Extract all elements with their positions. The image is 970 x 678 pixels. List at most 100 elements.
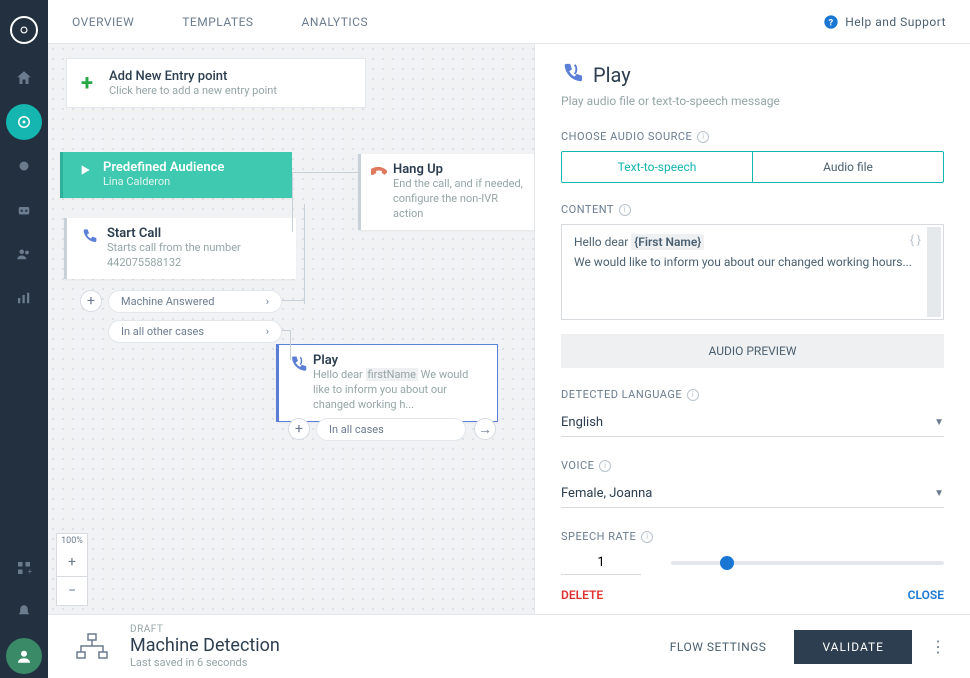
plus-icon: + — [81, 71, 93, 96]
flow-canvas[interactable]: + Add New Entry point Click here to add … — [48, 44, 534, 614]
seg-tts[interactable]: Text-to-speech — [562, 152, 752, 182]
node-start-call[interactable]: Start Call Starts call from the number 4… — [64, 218, 296, 279]
app-logo[interactable] — [10, 16, 38, 44]
zoom-out-button[interactable]: − — [57, 576, 87, 605]
info-icon[interactable]: i — [641, 531, 653, 543]
nav-bot-icon[interactable] — [6, 192, 42, 228]
voice-select[interactable]: Female, Joanna ▼ — [561, 480, 944, 508]
delete-button[interactable]: DELETE — [561, 588, 603, 602]
branch-label: In all cases — [329, 423, 384, 436]
audio-source-segment: Text-to-speech Audio file — [561, 151, 944, 183]
side-panel: Play Play audio file or text-to-speech m… — [534, 44, 970, 614]
phone-out-icon — [77, 226, 101, 244]
add-branch-button[interactable]: + — [80, 290, 102, 312]
branch-machine-answered[interactable]: Machine Answered › — [108, 290, 282, 313]
branch-all-other[interactable]: In all other cases › — [108, 320, 282, 343]
validate-button[interactable]: VALIDATE — [794, 630, 912, 664]
nav-notifications-icon[interactable] — [6, 594, 42, 630]
phone-down-icon — [371, 162, 387, 180]
goto-button[interactable]: → — [474, 418, 496, 440]
add-branch-button-2[interactable]: + — [288, 418, 310, 440]
nav-flows-icon[interactable] — [6, 104, 42, 140]
section-speech-rate: SPEECH RATEi — [561, 530, 944, 543]
node-hang-up[interactable]: Hang Up End the call, and if needed, con… — [358, 154, 534, 230]
close-button[interactable]: CLOSE — [908, 588, 944, 602]
branch-play-all[interactable]: In all cases — [316, 418, 466, 441]
section-audio-source: CHOOSE AUDIO SOURCEi — [561, 130, 944, 143]
flow-settings-button[interactable]: FLOW SETTINGS — [670, 640, 767, 654]
speech-rate-slider[interactable] — [671, 561, 944, 565]
app-rail: + — [0, 0, 48, 678]
voice-value: Female, Joanna — [561, 486, 652, 501]
svg-text:?: ? — [829, 17, 834, 28]
node-play[interactable]: Play Hello dear firstName We would like … — [276, 344, 498, 422]
main-area: OVERVIEW TEMPLATES ANALYTICS ? Help and … — [48, 0, 970, 678]
node-title: Predefined Audience — [103, 160, 224, 175]
info-icon[interactable]: i — [599, 460, 611, 472]
section-language: DETECTED LANGUAGEi — [561, 388, 944, 401]
zoom-in-button[interactable]: + — [57, 548, 87, 576]
voice-icon — [561, 62, 583, 88]
variable-chip[interactable]: {First Name} — [631, 234, 704, 250]
insert-variable-icon[interactable]: { } — [910, 233, 921, 247]
section-content: CONTENTi — [561, 203, 944, 216]
add-entry-subtitle: Click here to add a new entry point — [109, 84, 277, 97]
branch-label: In all other cases — [121, 325, 204, 338]
caret-down-icon: ▼ — [934, 488, 944, 499]
node-subtitle: Starts call from the number — [107, 241, 241, 256]
info-icon[interactable]: i — [697, 131, 709, 143]
add-entry-point-button[interactable]: + Add New Entry point Click here to add … — [66, 58, 366, 108]
slider-knob[interactable] — [720, 556, 734, 570]
caret-down-icon: ▼ — [934, 417, 944, 428]
chevron-right-icon: › — [266, 295, 269, 308]
flow-saved: Last saved in 6 seconds — [130, 656, 280, 669]
content-row: + Add New Entry point Click here to add … — [48, 44, 970, 614]
nav-people-icon[interactable] — [6, 236, 42, 272]
flow-title: Machine Detection — [130, 635, 280, 656]
seg-audio-file[interactable]: Audio file — [752, 152, 943, 182]
tab-overview[interactable]: OVERVIEW — [72, 15, 134, 29]
nav-home-icon[interactable] — [6, 60, 42, 96]
tab-analytics[interactable]: ANALYTICS — [302, 15, 369, 29]
footer-bar: DRAFT Machine Detection Last saved in 6 … — [48, 614, 970, 678]
zoom-percent: 100% — [57, 534, 87, 548]
info-icon[interactable]: i — [687, 389, 699, 401]
content-textarea[interactable]: Hello dear {First Name} We would like to… — [561, 224, 944, 320]
audio-preview-button[interactable]: AUDIO PREVIEW — [561, 334, 944, 368]
node-predefined-audience[interactable]: Predefined Audience Lina Calderon — [60, 152, 292, 198]
section-voice: VOICEi — [561, 459, 944, 472]
top-nav: OVERVIEW TEMPLATES ANALYTICS ? Help and … — [48, 0, 970, 44]
svg-text:+: + — [28, 567, 32, 576]
node-subtitle: End the call, and if needed, configure t… — [393, 177, 528, 222]
flow-tree-icon — [72, 627, 112, 667]
nav-item-3-icon[interactable] — [6, 148, 42, 184]
zoom-control: 100% + − — [56, 533, 88, 606]
speech-rate-input[interactable]: 1 — [561, 551, 641, 575]
language-select[interactable]: English ▼ — [561, 409, 944, 437]
node-title: Hang Up — [393, 162, 528, 177]
node-subtitle: Hello dear firstName We would like to in… — [313, 368, 487, 413]
panel-footer: DELETE CLOSE — [535, 576, 970, 614]
node-title: Start Call — [107, 226, 241, 241]
help-link[interactable]: ? Help and Support — [823, 14, 946, 30]
nav-apps-icon[interactable]: + — [6, 550, 42, 586]
node-title: Play — [313, 353, 487, 368]
nav-analytics-icon[interactable] — [6, 280, 42, 316]
language-value: English — [561, 415, 603, 430]
tab-templates[interactable]: TEMPLATES — [182, 15, 253, 29]
more-menu-icon[interactable]: ⋮ — [930, 637, 946, 656]
node-subtitle: Lina Calderon — [103, 175, 224, 190]
node-subtitle-2: 442075588132 — [107, 256, 241, 271]
play-icon — [73, 160, 97, 178]
info-icon[interactable]: i — [619, 204, 631, 216]
help-label: Help and Support — [845, 15, 946, 29]
panel-description: Play audio file or text-to-speech messag… — [561, 94, 944, 108]
flow-status: DRAFT — [130, 624, 280, 635]
add-entry-title: Add New Entry point — [109, 69, 277, 84]
panel-scroll[interactable]: Play Play audio file or text-to-speech m… — [535, 44, 970, 576]
voice-icon — [289, 353, 307, 373]
scrollbar[interactable] — [927, 227, 941, 317]
branch-label: Machine Answered — [121, 295, 214, 308]
panel-title: Play — [593, 63, 631, 87]
nav-avatar-icon[interactable] — [6, 638, 42, 674]
